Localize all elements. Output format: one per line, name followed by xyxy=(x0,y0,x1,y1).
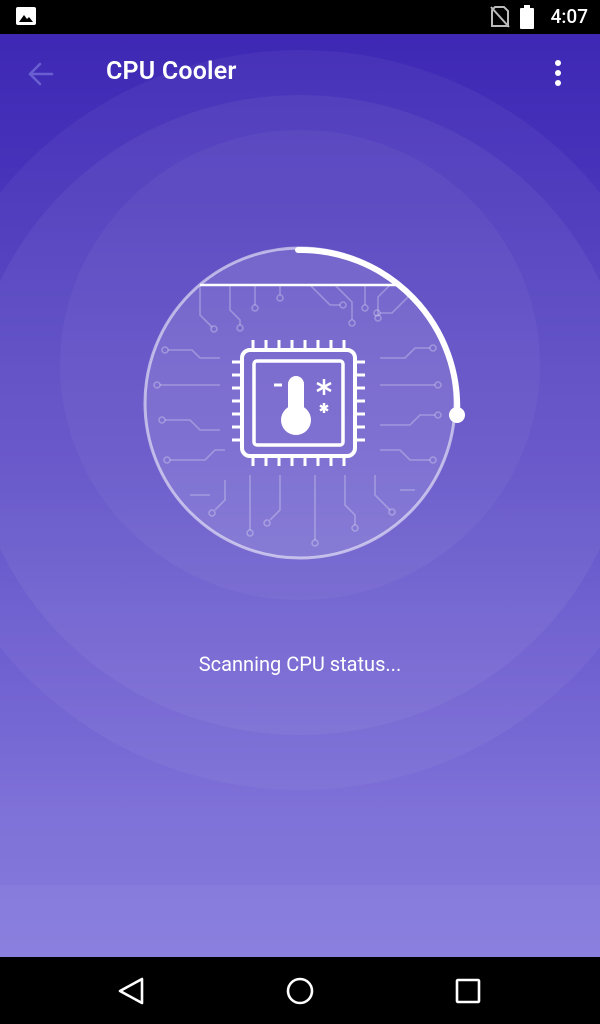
nav-recents-icon[interactable] xyxy=(450,975,486,1007)
more-vert-icon[interactable] xyxy=(546,56,570,90)
cpu-cooler-screen: 4:07 CPU Cooler Scanning CPU status... xyxy=(0,0,600,1024)
gallery-icon xyxy=(16,7,36,25)
status-time: 4:07 xyxy=(550,5,588,28)
no-sim-icon xyxy=(490,6,510,28)
battery-icon xyxy=(520,5,534,29)
cpu-scanner xyxy=(143,246,465,560)
page-title: CPU Cooler xyxy=(106,57,237,86)
bottom-band xyxy=(0,885,600,957)
navigation-bar xyxy=(0,957,600,1024)
status-bar: 4:07 xyxy=(0,0,600,34)
app-bar: CPU Cooler xyxy=(0,34,600,114)
progress-knob xyxy=(449,407,465,423)
arrow-back-icon[interactable] xyxy=(22,56,62,92)
nav-back-icon[interactable] xyxy=(114,975,150,1007)
nav-home-icon[interactable] xyxy=(282,975,318,1007)
scan-status-text: Scanning CPU status... xyxy=(198,652,402,676)
